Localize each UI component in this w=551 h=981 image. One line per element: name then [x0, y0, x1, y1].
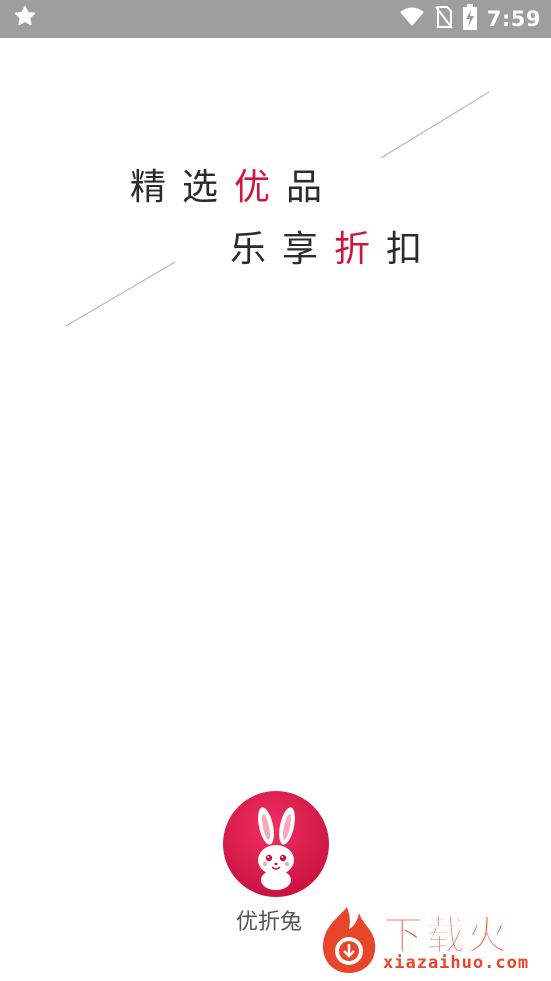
wifi-icon — [399, 6, 425, 32]
battery-charging-icon — [462, 4, 477, 34]
splash-screen: 精选优品 乐享折扣 优折兔 下载火 xiazaihuo.com — [0, 38, 551, 981]
status-time: 7:59 — [486, 7, 541, 31]
slogan-line-1: 精选优品 — [130, 158, 338, 210]
no-sim-icon — [434, 5, 453, 33]
slogan-line-2: 乐享折扣 — [230, 220, 438, 272]
status-bar: 7:59 — [0, 0, 551, 38]
slogan-1-part1: 精选 — [130, 167, 235, 208]
flame-logo-icon — [323, 907, 376, 973]
slogan-2-highlight: 折 — [334, 229, 387, 270]
app-logo — [222, 790, 330, 898]
deco-line-bottom — [65, 261, 176, 327]
app-name: 优折兔 — [236, 910, 303, 935]
rabbit-icon — [223, 791, 329, 897]
slogan-1-part2: 品 — [286, 167, 339, 208]
slogan-1-highlight: 优 — [234, 167, 287, 208]
deco-line-top — [380, 91, 490, 159]
slogan-2-part2: 扣 — [386, 229, 439, 270]
watermark-url: xiazaihuo.com — [383, 953, 530, 973]
star-icon — [12, 4, 38, 34]
slogan-2-part1: 乐享 — [230, 229, 335, 270]
watermark: 下载火 xiazaihuo.com — [317, 903, 547, 975]
